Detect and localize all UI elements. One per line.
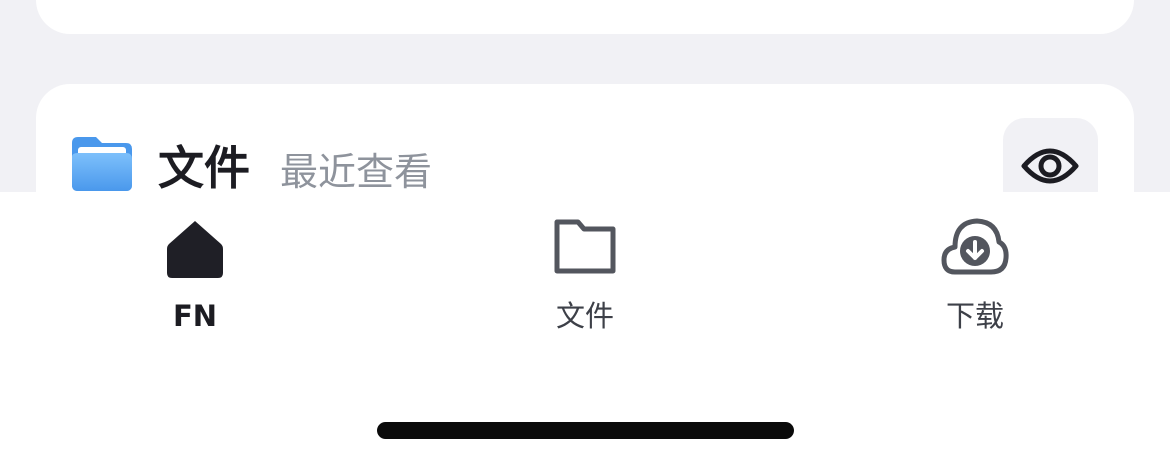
home-icon: [167, 218, 223, 282]
cloud-download-icon: [941, 218, 1009, 280]
tab-fn[interactable]: FN: [0, 192, 390, 342]
tab-label: 文件: [555, 299, 614, 333]
tab-label: 下载: [945, 299, 1004, 333]
tab-download[interactable]: 下载: [780, 192, 1170, 342]
folder-outline-icon: [554, 218, 616, 278]
home-indicator[interactable]: [377, 422, 794, 439]
section-subtitle: 最近查看: [280, 150, 433, 194]
folder-icon: [72, 137, 132, 191]
tab-label: FN: [172, 299, 218, 333]
eye-icon: [1021, 148, 1079, 184]
tab-files[interactable]: 文件: [390, 192, 780, 342]
section-title: 文件: [158, 141, 250, 195]
previous-card: [36, 0, 1134, 34]
